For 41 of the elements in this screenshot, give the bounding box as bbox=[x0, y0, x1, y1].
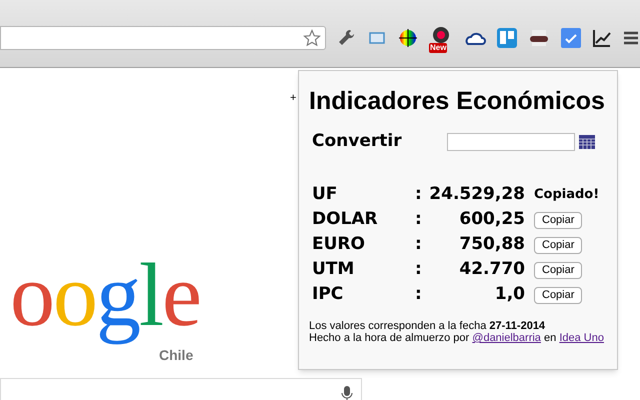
logo-text: oogle bbox=[10, 246, 200, 346]
menu-icon[interactable] bbox=[623, 30, 639, 44]
indicator-name: UTM bbox=[312, 258, 356, 282]
copy-button[interactable]: Copiar bbox=[534, 262, 582, 278]
indicator-name: DOLAR bbox=[312, 208, 379, 232]
copy-button[interactable]: Copiar bbox=[534, 212, 582, 228]
indicator-name: EURO bbox=[312, 233, 366, 256]
separator-colon: : bbox=[415, 208, 423, 232]
new-badge: New bbox=[429, 42, 448, 52]
plus-sign: + bbox=[290, 91, 296, 106]
credit-text: Hecho a la hora de almuerzo por bbox=[309, 332, 470, 344]
logo-region: Chile bbox=[159, 347, 194, 363]
indicator-name: UF bbox=[312, 183, 338, 206]
indicator-name: IPC bbox=[312, 283, 344, 306]
date-note: Los valores corresponden a la fecha 27-11-2014 bbox=[309, 320, 546, 332]
line-chart-icon[interactable] bbox=[592, 28, 612, 48]
calculator-icon[interactable] bbox=[579, 134, 595, 149]
separator-colon: : bbox=[415, 283, 423, 306]
copy-button[interactable]: Copiar bbox=[534, 236, 582, 254]
separator-colon: : bbox=[415, 233, 423, 256]
color-wheel-icon[interactable] bbox=[398, 28, 418, 48]
author-link[interactable]: @danielbarria bbox=[472, 332, 541, 344]
indicator-value: 1,0 bbox=[494, 283, 525, 306]
convert-input[interactable] bbox=[447, 132, 575, 151]
indicator-value: 600,25 bbox=[458, 208, 525, 232]
board-icon[interactable] bbox=[497, 28, 517, 48]
credit-text: en bbox=[543, 332, 558, 344]
copied-status: Copiado! bbox=[534, 186, 600, 204]
mask-icon[interactable] bbox=[528, 28, 550, 48]
star-icon[interactable] bbox=[303, 28, 321, 46]
indicator-value: 24.529,28 bbox=[428, 183, 525, 206]
separator-colon: : bbox=[415, 258, 423, 282]
org-link[interactable]: Idea Uno bbox=[559, 332, 604, 344]
check-icon[interactable] bbox=[561, 28, 581, 48]
copy-button[interactable]: Copiar bbox=[534, 286, 582, 304]
convert-label: Convertir bbox=[312, 130, 403, 153]
microphone-icon[interactable] bbox=[341, 385, 353, 400]
indicator-value: 42.770 bbox=[458, 258, 525, 282]
window-title: Indicadores Económicos bbox=[309, 86, 606, 117]
indicator-value: 750,88 bbox=[458, 233, 525, 256]
separator-colon: : bbox=[415, 183, 423, 206]
